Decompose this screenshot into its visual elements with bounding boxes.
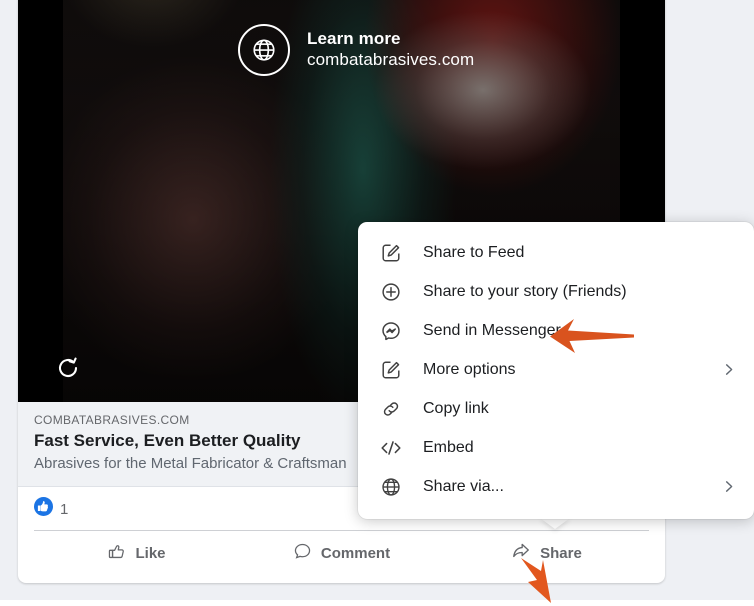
menu-item-send-in-messenger[interactable]: Send in Messenger [358, 311, 754, 350]
chain-link-icon [378, 398, 404, 420]
learn-more-cta[interactable]: Learn more combatabrasives.com [238, 24, 474, 76]
menu-item-label: Copy link [423, 399, 489, 417]
pencil-square-icon [378, 242, 404, 264]
globe-icon [378, 476, 404, 498]
share-menu-tail [540, 518, 570, 529]
replay-icon[interactable] [56, 356, 80, 380]
learn-more-title: Learn more [307, 29, 401, 49]
menu-item-embed[interactable]: Embed [358, 428, 754, 467]
card-bottom-padding [18, 575, 665, 583]
menu-item-share-to-feed[interactable]: Share to Feed [358, 233, 754, 272]
menu-item-more-options[interactable]: More options [358, 350, 754, 389]
globe-icon [238, 24, 290, 76]
thumbs-up-reaction-icon [34, 497, 53, 521]
menu-item-label: Share via... [423, 477, 504, 495]
like-button-label: Like [135, 544, 166, 562]
learn-more-url: combatabrasives.com [307, 50, 475, 69]
learn-more-text: Learn more combatabrasives.com [307, 29, 474, 70]
comment-bubble-icon [293, 542, 312, 565]
menu-item-share-via[interactable]: Share via... [358, 467, 754, 506]
thumbs-up-outline-icon [107, 542, 126, 565]
share-button-label: Share [540, 544, 582, 562]
like-button[interactable]: Like [34, 531, 239, 575]
comment-button[interactable]: Comment [239, 531, 444, 575]
menu-item-label: Share to your story (Friends) [423, 282, 627, 300]
chevron-right-icon [721, 479, 736, 494]
menu-item-label: More options [423, 360, 516, 378]
messenger-icon [378, 320, 404, 342]
action-bar: Like Comment Share [34, 530, 649, 575]
reaction-count: 1 [60, 500, 69, 518]
share-menu-popover: Share to Feed Share to your story (Frien… [358, 222, 754, 519]
menu-item-label: Share to Feed [423, 243, 525, 261]
share-arrow-icon [511, 541, 531, 565]
plus-circle-icon [378, 281, 404, 303]
share-button[interactable]: Share [444, 531, 649, 575]
page-background: Learn more combatabrasives.com COMBATABR… [0, 0, 754, 603]
menu-item-share-to-your-story[interactable]: Share to your story (Friends) [358, 272, 754, 311]
pencil-square-icon [378, 359, 404, 381]
code-brackets-icon [378, 437, 404, 459]
menu-item-label: Embed [423, 438, 474, 456]
menu-item-label: Send in Messenger [423, 321, 561, 339]
chevron-right-icon [721, 362, 736, 377]
menu-item-copy-link[interactable]: Copy link [358, 389, 754, 428]
comment-button-label: Comment [320, 544, 391, 562]
